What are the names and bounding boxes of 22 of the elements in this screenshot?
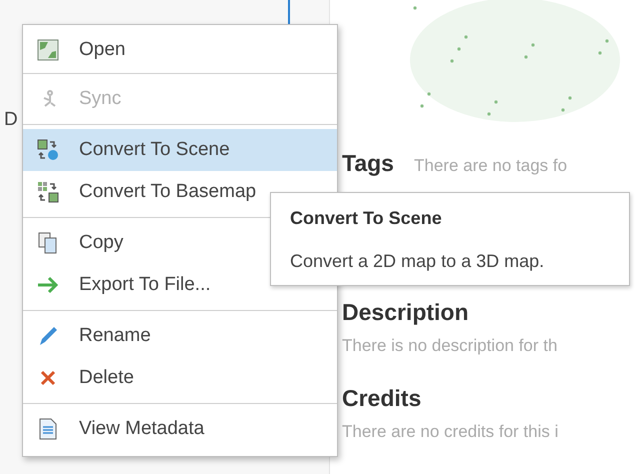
pencil-icon	[38, 325, 58, 347]
section-text: There are no tags fo	[414, 155, 568, 177]
section-text: There is no description for th	[342, 335, 558, 357]
tooltip-text: Convert a 2D map to a 3D map.	[290, 250, 546, 273]
copy-icon	[38, 232, 58, 254]
tooltip-title: Convert To Scene	[290, 207, 443, 230]
menu-item[interactable]: View Metadata	[23, 408, 337, 450]
menu-item[interactable]: Open	[23, 29, 337, 71]
menu-item[interactable]: Convert To Scene	[23, 129, 337, 171]
menu-item[interactable]: Delete	[23, 357, 337, 399]
map-icon	[37, 39, 59, 61]
delete-icon	[40, 370, 56, 386]
convert-icon	[37, 139, 59, 161]
convert-icon	[37, 181, 59, 203]
section-heading: Description	[342, 298, 470, 327]
section-heading: Credits	[342, 384, 422, 412]
panel-text: D	[3, 109, 18, 130]
section-text: There are no credits for this i	[342, 421, 560, 443]
arrow-icon	[37, 276, 59, 294]
menu-item[interactable]: Rename	[23, 315, 337, 357]
document-icon	[39, 418, 57, 440]
section-heading: Tags	[342, 149, 394, 178]
